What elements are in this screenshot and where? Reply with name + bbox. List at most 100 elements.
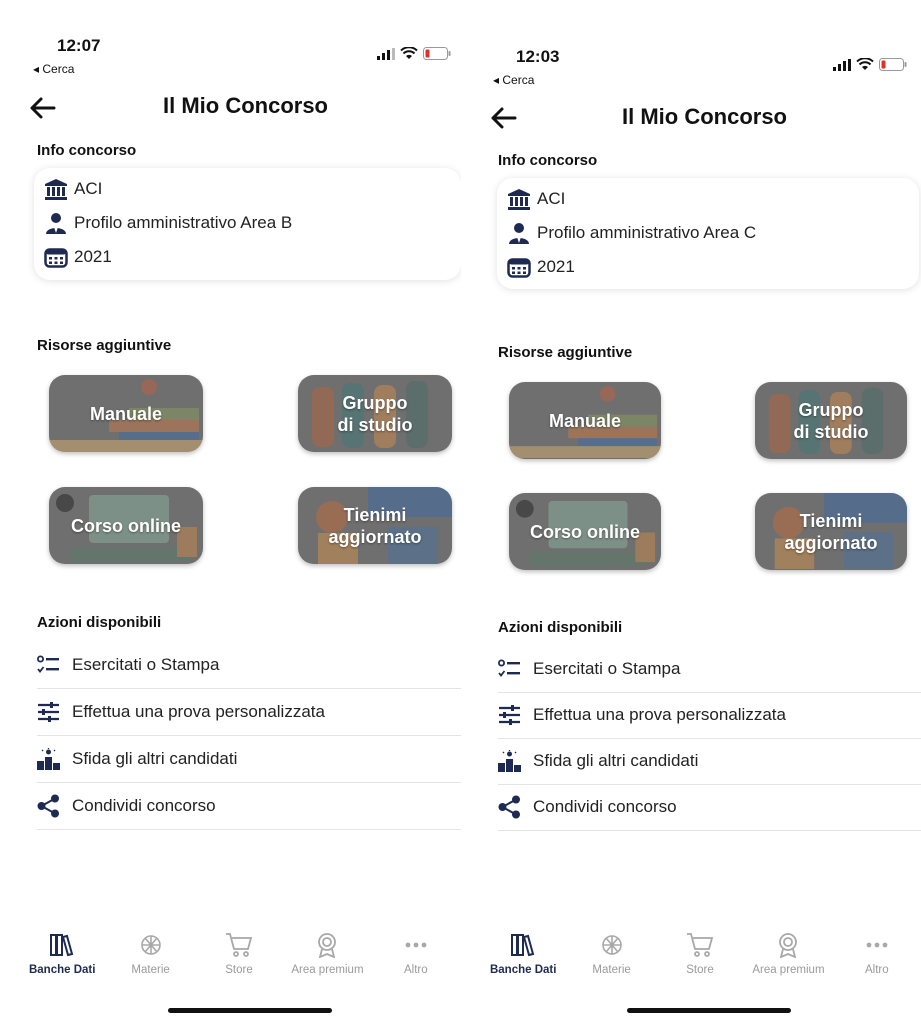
- tienimi-aggiornato-button[interactable]: Tienimi aggiornato: [298, 487, 452, 564]
- sliders-icon: [38, 702, 59, 722]
- wifi-icon: [400, 47, 418, 59]
- tab-area-premium[interactable]: Area premium: [283, 932, 371, 988]
- podium-icon: [498, 750, 521, 772]
- tab-label: Materie: [131, 964, 170, 976]
- corso-online-label: Corso online: [529, 521, 640, 542]
- actions-section-label: Azioni disponibili: [37, 614, 162, 631]
- action-label: Esercitati o Stampa: [533, 659, 681, 678]
- manuale-button[interactable]: Manuale: [509, 382, 661, 459]
- info-row-profilo: Profilo amministrativo Area C: [507, 222, 756, 244]
- materie-icon: [140, 935, 161, 955]
- action-prova-personalizzata[interactable]: Effettua una prova personalizzata: [37, 689, 480, 736]
- tienimi-aggiornato-label: Tienimi aggiornato: [784, 510, 878, 553]
- page-title: Il Mio Concorso: [622, 104, 787, 129]
- action-sfida[interactable]: Sfida gli altri candidati: [498, 738, 921, 785]
- tienimi-aggiornato-label: Tienimi aggiornato: [328, 504, 422, 547]
- bank-icon: [508, 189, 530, 210]
- info-card: ACI Profilo amministrativo Area B 2021: [34, 168, 461, 280]
- corso-online-label: Corso online: [70, 515, 181, 536]
- resources-section-label: Risorse aggiuntive: [498, 344, 633, 361]
- info-section-label: Info concorso: [37, 142, 137, 159]
- tab-store[interactable]: Store: [656, 932, 744, 988]
- cart-icon: [226, 933, 253, 957]
- cart-icon: [687, 933, 714, 957]
- tab-label: Store: [686, 964, 714, 976]
- profilo-name: Profilo amministrativo Area C: [537, 223, 757, 242]
- calendar-icon: [44, 248, 68, 268]
- corso-online-button[interactable]: Corso online: [509, 493, 661, 570]
- tienimi-aggiornato-button[interactable]: Tienimi aggiornato: [755, 493, 907, 570]
- tab-label: Materie: [592, 964, 631, 976]
- signal-icon: [377, 47, 395, 60]
- tab-materie[interactable]: Materie: [567, 932, 655, 988]
- anno-value: 2021: [74, 247, 112, 266]
- tab-materie[interactable]: Materie: [106, 932, 194, 988]
- tab-label: Altro: [865, 964, 889, 976]
- list-check-icon: [498, 659, 520, 677]
- tab-area-premium[interactable]: Area premium: [744, 932, 832, 988]
- action-condividi[interactable]: Condividi concorso: [498, 784, 921, 831]
- sliders-icon: [499, 705, 520, 725]
- wifi-icon: [856, 58, 874, 70]
- action-esercitati[interactable]: Esercitati o Stampa: [37, 642, 480, 689]
- books-icon: [50, 934, 74, 957]
- status-icons: [833, 58, 907, 71]
- tab-label: Banche Dati: [489, 964, 557, 976]
- battery-icon: [879, 58, 907, 71]
- home-indicator[interactable]: [168, 1008, 332, 1013]
- share-icon: [498, 795, 520, 819]
- tab-banche-dati[interactable]: Banche Dati: [479, 932, 567, 988]
- signal-icon: [833, 58, 851, 71]
- back-arrow-icon[interactable]: [28, 96, 56, 120]
- tab-store[interactable]: Store: [195, 932, 283, 988]
- manuale-label: Manuale: [548, 410, 622, 431]
- gruppo-studio-button[interactable]: Gruppo di studio: [755, 382, 907, 459]
- action-label: Condividi concorso: [533, 797, 677, 816]
- back-to-app-link[interactable]: ◂ Cerca: [33, 62, 74, 76]
- gruppo-studio-label: Gruppo di studio: [337, 392, 413, 435]
- back-arrow-icon[interactable]: [489, 106, 517, 130]
- info-card: ACI Profilo amministrativo Area C 2021: [497, 178, 919, 289]
- status-time: 12:03: [516, 47, 560, 66]
- info-row-ente: ACI: [44, 178, 102, 200]
- list-check-icon: [37, 655, 59, 673]
- action-sfida[interactable]: Sfida gli altri candidati: [37, 736, 480, 783]
- action-label: Esercitati o Stampa: [72, 655, 220, 674]
- tab-banche-dati[interactable]: Banche Dati: [18, 932, 106, 988]
- person-icon: [46, 213, 66, 234]
- action-esercitati[interactable]: Esercitati o Stampa: [498, 646, 921, 693]
- status-icons: [377, 47, 451, 60]
- corso-online-button[interactable]: Corso online: [49, 487, 203, 564]
- tab-altro[interactable]: Altro: [372, 932, 460, 988]
- tab-label: Area premium: [752, 964, 825, 976]
- actions-section-label: Azioni disponibili: [498, 619, 623, 636]
- podium-icon: [37, 748, 60, 770]
- badge-icon: [318, 933, 337, 958]
- gruppo-studio-button[interactable]: Gruppo di studio: [298, 375, 452, 452]
- action-label: Sfida gli altri candidati: [533, 751, 699, 770]
- manuale-button[interactable]: Manuale: [49, 375, 203, 452]
- action-condividi[interactable]: Condividi concorso: [37, 783, 480, 830]
- tab-label: Banche Dati: [28, 964, 96, 976]
- tab-bar: Banche Dati Materie Store Area premium A…: [479, 932, 921, 988]
- calendar-icon: [507, 258, 531, 278]
- action-label: Effettua una prova personalizzata: [72, 702, 325, 721]
- person-icon: [509, 223, 529, 244]
- info-section-label: Info concorso: [498, 152, 598, 169]
- info-row-ente: ACI: [507, 188, 565, 210]
- action-label: Condividi concorso: [72, 796, 216, 815]
- action-prova-personalizzata[interactable]: Effettua una prova personalizzata: [498, 692, 921, 739]
- materie-icon: [601, 935, 622, 955]
- status-time: 12:07: [57, 36, 101, 55]
- anno-value: 2021: [537, 257, 575, 276]
- home-indicator[interactable]: [627, 1008, 791, 1013]
- tab-altro[interactable]: Altro: [833, 932, 921, 988]
- tab-label: Area premium: [291, 964, 364, 976]
- action-label: Sfida gli altri candidati: [72, 749, 238, 768]
- page-title: Il Mio Concorso: [163, 93, 328, 118]
- tab-label: Altro: [404, 964, 428, 976]
- profilo-name: Profilo amministrativo Area B: [74, 213, 293, 232]
- books-icon: [511, 934, 535, 957]
- info-row-profilo: Profilo amministrativo Area B: [44, 212, 292, 234]
- back-to-app-link[interactable]: ◂ Cerca: [493, 73, 534, 87]
